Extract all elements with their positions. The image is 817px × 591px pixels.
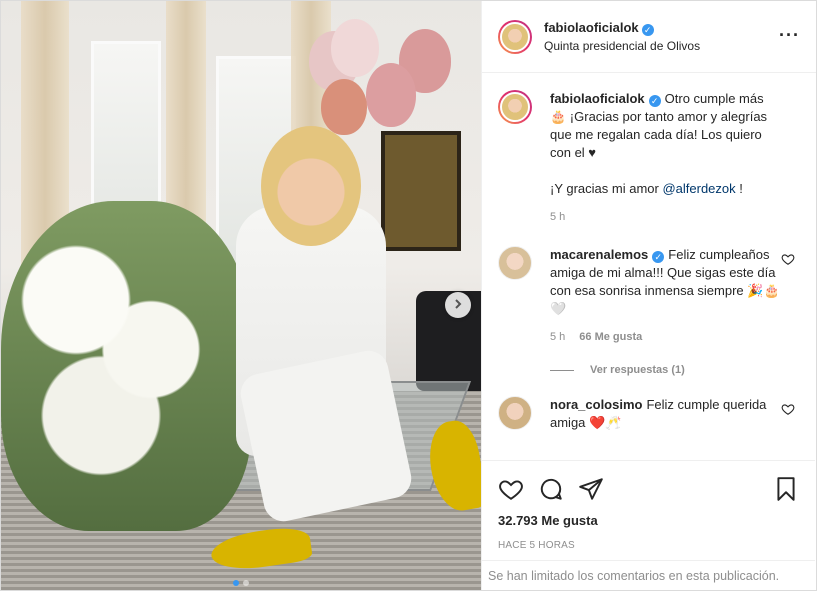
balloon bbox=[321, 79, 367, 135]
white-roses-bouquet bbox=[1, 201, 251, 531]
instagram-post: fabiolaoficialok ✓ Quinta presidencial de… bbox=[0, 0, 817, 591]
mention-link[interactable]: @alferdezok bbox=[662, 181, 735, 196]
post-location[interactable]: Quinta presidencial de Olivos bbox=[544, 37, 700, 55]
author-username[interactable]: fabiolaoficialok bbox=[544, 20, 639, 35]
caption: fabiolaoficialok ✓ Otro cumple más 🎂 ¡Grac… bbox=[498, 90, 799, 226]
carousel-dot-active bbox=[233, 580, 239, 586]
commenter-avatar[interactable] bbox=[498, 246, 532, 280]
likes-count[interactable]: 32.793 Me gusta bbox=[498, 513, 799, 528]
wall-painting bbox=[381, 131, 461, 251]
verified-badge-icon: ✓ bbox=[652, 251, 665, 263]
bookmark-icon[interactable] bbox=[773, 476, 799, 502]
carousel-indicator bbox=[1, 580, 481, 586]
verified-badge-icon: ✓ bbox=[641, 23, 654, 36]
heart-icon[interactable] bbox=[781, 402, 795, 416]
replies-divider bbox=[550, 369, 574, 371]
view-replies-label: Ver respuestas (1) bbox=[590, 364, 685, 376]
comments-limited-notice: Se han limitado los comentarios en esta … bbox=[482, 560, 815, 590]
comment-icon[interactable] bbox=[538, 476, 564, 502]
comment: nora_colosimo Feliz cumple querida amiga … bbox=[498, 396, 799, 432]
more-options-icon[interactable]: ··· bbox=[779, 26, 800, 44]
view-replies-button[interactable]: Ver respuestas (1) bbox=[550, 364, 799, 376]
heart-icon[interactable] bbox=[498, 476, 524, 502]
post-photo[interactable] bbox=[1, 1, 481, 590]
caption-text-thanks: ¡Y gracias mi amor bbox=[550, 181, 663, 196]
commenter-avatar[interactable] bbox=[498, 396, 532, 430]
comment-likes[interactable]: 66 Me gusta bbox=[579, 328, 642, 346]
balloon bbox=[366, 63, 416, 127]
caption-time[interactable]: 5 h bbox=[550, 208, 565, 226]
caption-text-end: ! bbox=[735, 181, 743, 196]
heart-icon[interactable] bbox=[781, 252, 795, 266]
comments-list[interactable]: fabiolaoficialok ✓ Otro cumple más 🎂 ¡Grac… bbox=[482, 74, 815, 460]
balloon bbox=[331, 19, 379, 77]
post-actions: 32.793 Me gusta HACE 5 HORAS bbox=[482, 460, 815, 551]
share-icon[interactable] bbox=[578, 476, 604, 502]
comment-username[interactable]: nora_colosimo bbox=[550, 397, 642, 412]
caption-username[interactable]: fabiolaoficialok bbox=[550, 91, 645, 106]
author-avatar[interactable] bbox=[498, 90, 532, 124]
post-timestamp[interactable]: HACE 5 HORAS bbox=[498, 540, 799, 551]
woman-legs bbox=[237, 347, 415, 525]
carousel-dot bbox=[243, 580, 249, 586]
chevron-right-icon bbox=[452, 298, 464, 313]
verified-badge-icon: ✓ bbox=[648, 95, 661, 107]
carousel-next-button[interactable] bbox=[445, 292, 471, 318]
post-side-panel: fabiolaoficialok ✓ Quinta presidencial de… bbox=[481, 1, 816, 590]
woman-head bbox=[261, 126, 361, 246]
comment-username[interactable]: macarenalemos bbox=[550, 247, 648, 262]
comment-time[interactable]: 5 h bbox=[550, 328, 565, 346]
post-header: fabiolaoficialok ✓ Quinta presidencial de… bbox=[482, 1, 816, 73]
author-avatar[interactable] bbox=[498, 19, 532, 54]
comment: macarenalemos ✓ Feliz cumpleaños amiga de … bbox=[498, 246, 799, 346]
